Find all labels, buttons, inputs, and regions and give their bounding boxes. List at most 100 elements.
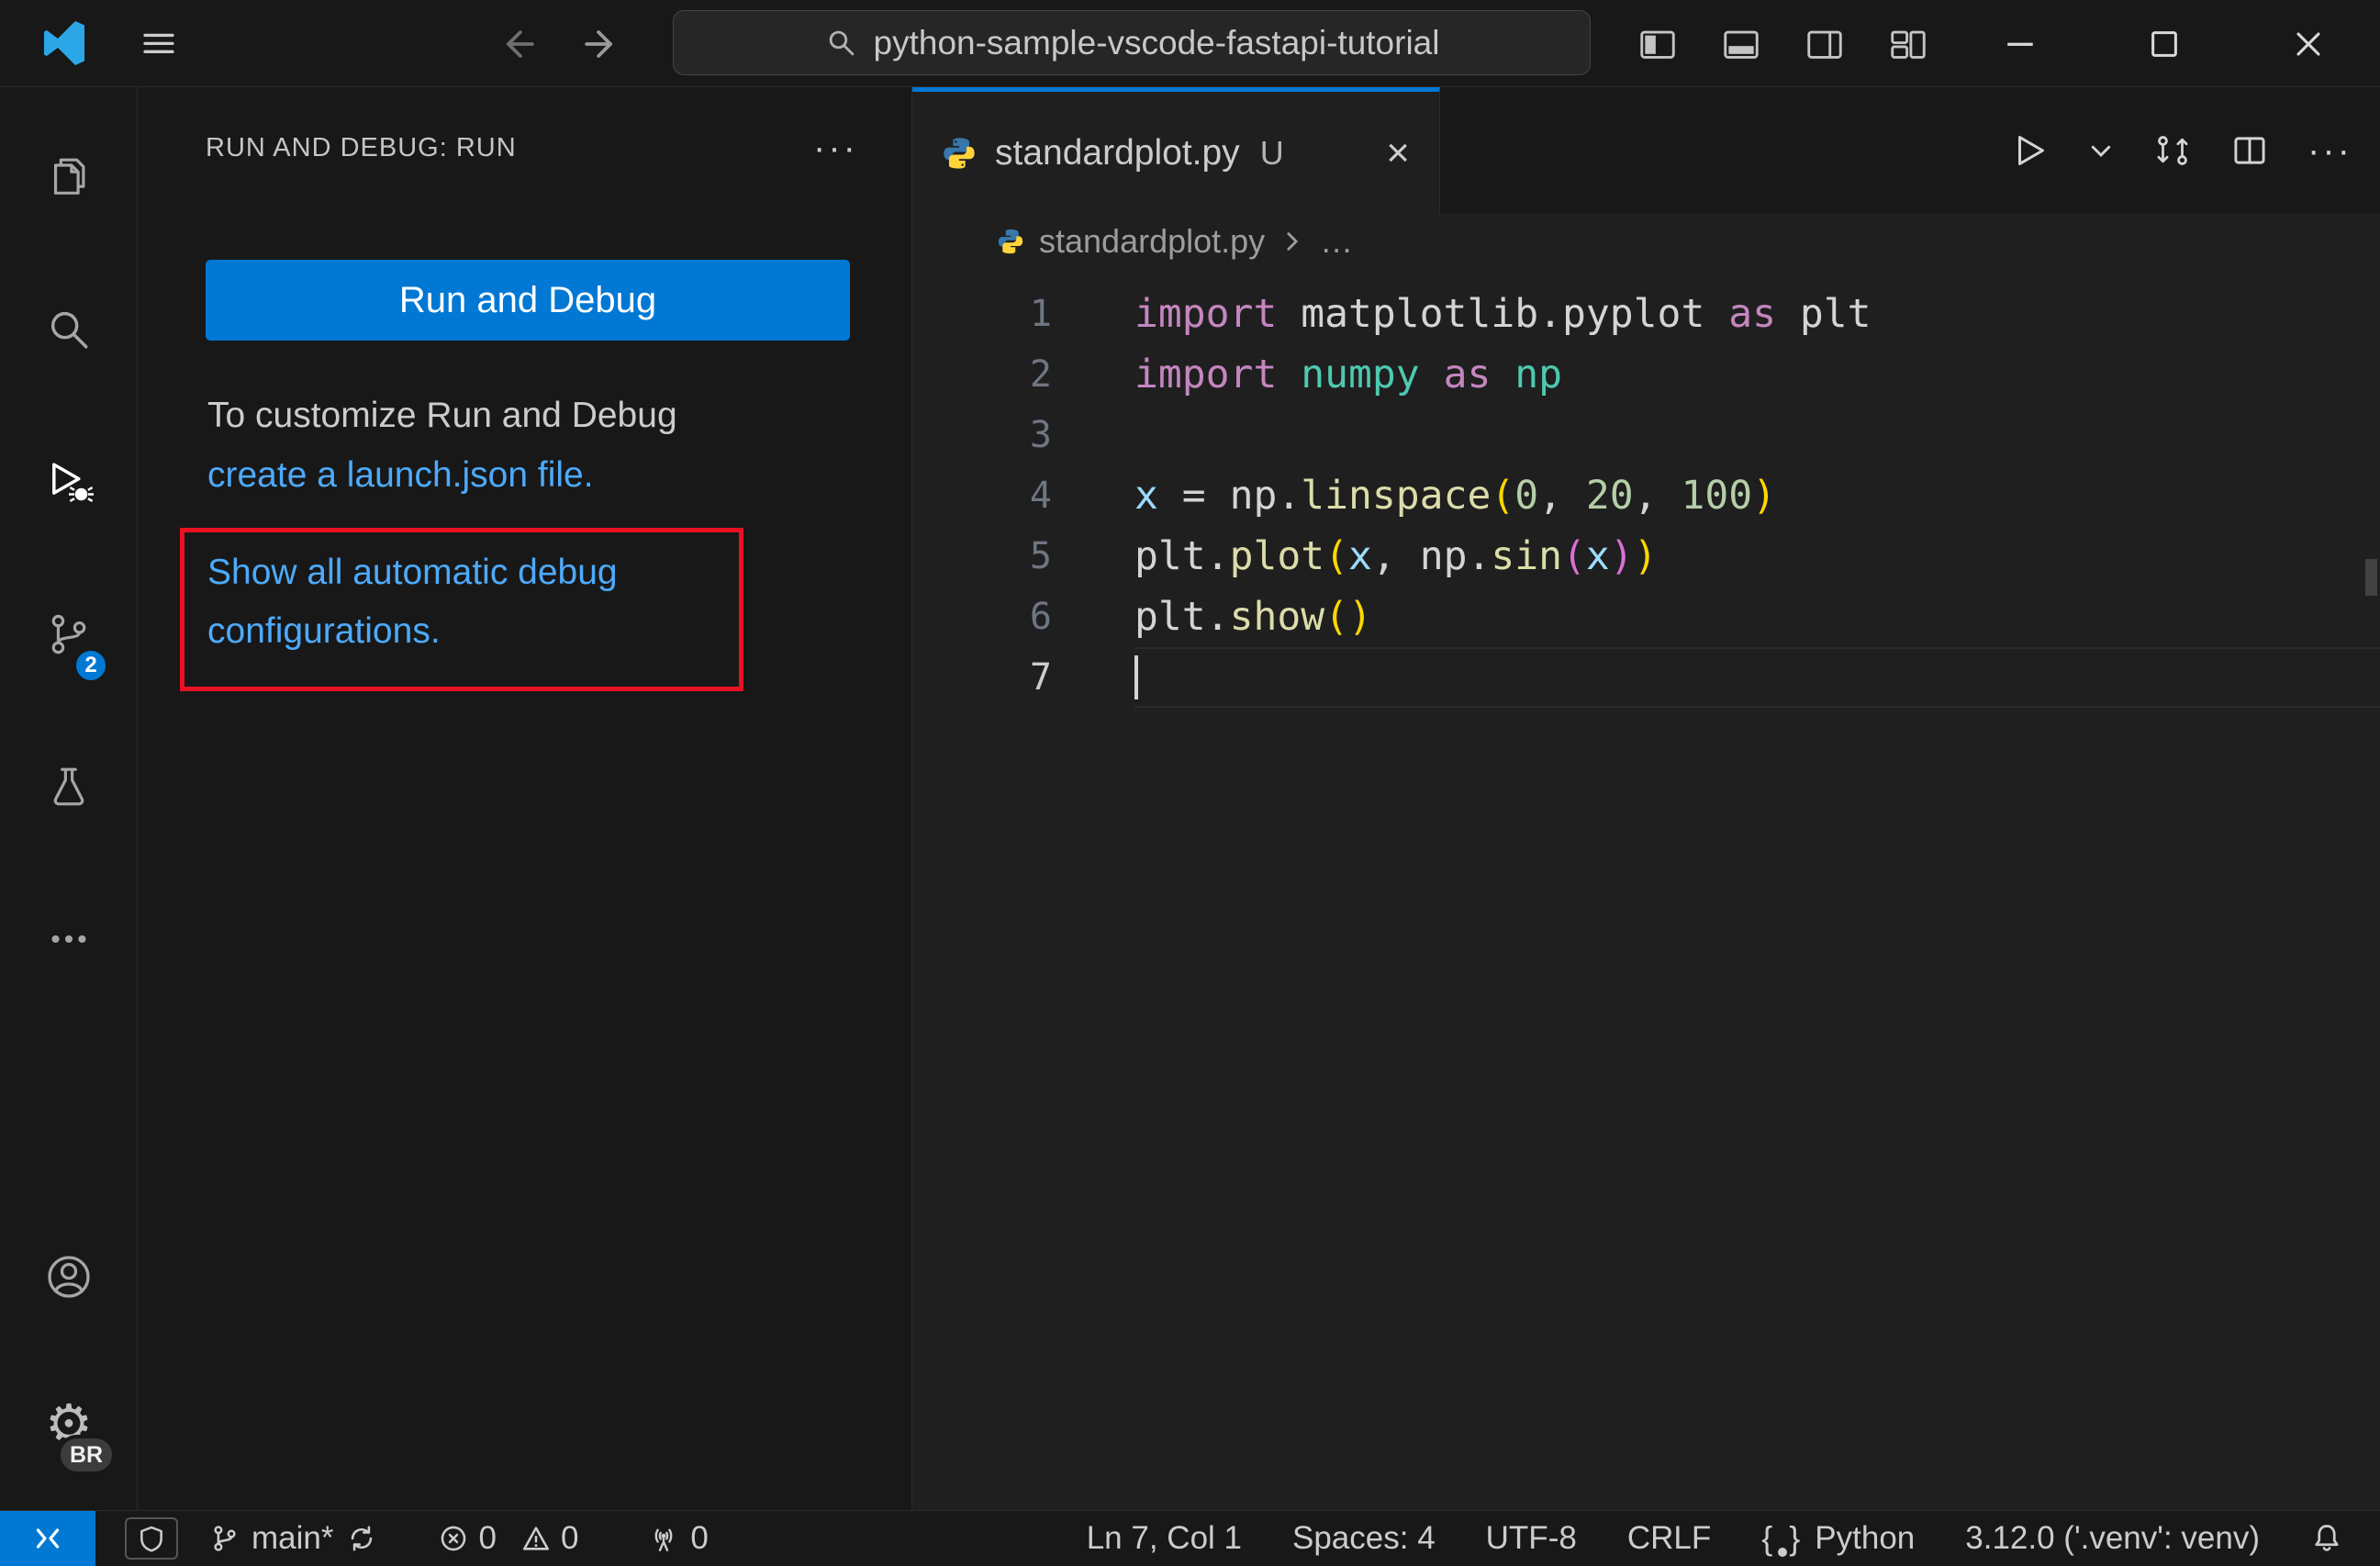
line-number: 1 xyxy=(1029,293,1052,335)
run-python-file-icon[interactable] xyxy=(2010,131,2049,170)
breadcrumb: standardplot.py … xyxy=(912,214,2380,269)
breadcrumb-symbol-ellipsis[interactable]: … xyxy=(1320,222,1353,261)
sidebar-title: RUN AND DEBUG: RUN xyxy=(206,132,517,162)
branch-icon xyxy=(209,1523,240,1554)
activity-testing[interactable] xyxy=(0,710,138,863)
account-icon xyxy=(44,1252,94,1302)
search-icon xyxy=(45,306,93,353)
profile-badge: BR xyxy=(57,1435,117,1475)
activity-run-and-debug[interactable] xyxy=(0,406,138,558)
code-line[interactable]: 3 xyxy=(912,405,2380,465)
window-close-button[interactable] xyxy=(2236,0,2380,87)
beaker-icon xyxy=(45,763,93,811)
ports-item[interactable]: 0 xyxy=(648,1520,709,1557)
run-and-debug-button[interactable]: Run and Debug xyxy=(206,260,850,341)
text-cursor xyxy=(1134,655,1138,699)
navigate-forward-icon[interactable] xyxy=(580,23,622,65)
tab-close-icon[interactable]: × xyxy=(1386,132,1410,173)
overview-ruler-marker xyxy=(2365,559,2377,596)
split-editor-icon[interactable] xyxy=(2230,131,2269,170)
branch-name: main* xyxy=(251,1520,334,1556)
remote-icon xyxy=(31,1522,64,1555)
customize-layout-icon[interactable] xyxy=(1887,23,1929,65)
python-file-icon xyxy=(942,136,977,171)
window-minimize-button[interactable] xyxy=(1948,0,2092,87)
python-interpreter-item[interactable]: 3.12.0 ('.venv': venv) xyxy=(1965,1520,2260,1557)
window-maximize-button[interactable] xyxy=(2092,0,2236,87)
indentation-item[interactable]: Spaces: 4 xyxy=(1292,1520,1436,1557)
tab-strip: standardplot.py U × ··· xyxy=(912,87,2380,214)
code-line[interactable]: 7 xyxy=(912,647,2380,708)
chevron-right-icon xyxy=(1279,229,1305,254)
tab-label: standardplot.py xyxy=(995,132,1240,173)
activity-source-control[interactable]: 2 xyxy=(0,558,138,710)
editor-more-actions-icon[interactable]: ··· xyxy=(2307,132,2352,169)
line-number: 3 xyxy=(1029,414,1052,456)
activity-bar: 2 ⚙ BR xyxy=(0,87,138,1510)
editor-group: standardplot.py U × ··· standardplot.py … xyxy=(912,87,2380,1510)
language-item[interactable]: { } Python xyxy=(1761,1519,1915,1558)
code-line[interactable]: 5 plt.plot(x, np.sin(x)) xyxy=(912,526,2380,587)
run-debug-icon xyxy=(44,457,94,507)
encoding-item[interactable]: UTF-8 xyxy=(1486,1520,1577,1557)
code-line[interactable]: 6 plt.show() xyxy=(912,587,2380,647)
sync-icon[interactable] xyxy=(346,1523,377,1554)
language-name: Python xyxy=(1815,1520,1916,1556)
python-file-icon xyxy=(997,228,1024,255)
line-number: 6 xyxy=(1029,596,1052,638)
run-debug-sidebar: RUN AND DEBUG: RUN ··· Run and Debug To … xyxy=(138,87,912,1510)
warning-icon xyxy=(520,1523,552,1554)
command-center-search[interactable]: python-sample-vscode-fastapi-tutorial xyxy=(673,10,1591,75)
activity-settings[interactable]: ⚙ BR xyxy=(0,1350,138,1497)
show-auto-debug-configs-link[interactable]: Show all automatic debug configurations. xyxy=(207,543,740,661)
shield-icon xyxy=(137,1524,166,1553)
radio-tower-icon xyxy=(648,1523,679,1554)
activity-account[interactable] xyxy=(0,1203,138,1350)
navigate-back-icon[interactable] xyxy=(497,23,539,65)
run-dropdown-chevron-icon[interactable] xyxy=(2087,137,2115,164)
search-icon xyxy=(824,26,859,61)
toggle-sidebar-left-icon[interactable] xyxy=(1637,23,1679,65)
tab-git-status: U xyxy=(1259,133,1284,172)
code-lines: 1 import matplotlib.pyplot as plt 2 import … xyxy=(912,269,2380,708)
search-value: python-sample-vscode-fastapi-tutorial xyxy=(873,23,1440,62)
toggle-sidebar-right-icon[interactable] xyxy=(1804,23,1846,65)
code-line[interactable]: 4x = np.linspace(0, 20, 100) xyxy=(912,465,2380,526)
source-control-badge: 2 xyxy=(73,648,108,683)
ports-count: 0 xyxy=(690,1520,709,1556)
create-launch-json-link[interactable]: create a launch.json file. xyxy=(207,445,677,505)
cursor-position-item[interactable]: Ln 7, Col 1 xyxy=(1087,1520,1242,1557)
vscode-logo-icon xyxy=(40,20,86,66)
customize-hint-text: To customize Run and Debug xyxy=(207,396,677,435)
title-bar: python-sample-vscode-fastapi-tutorial xyxy=(0,0,2380,87)
tab-standardplot[interactable]: standardplot.py U × xyxy=(912,87,1440,214)
code-line[interactable]: 2 import numpy as np xyxy=(912,344,2380,405)
error-count: 0 xyxy=(478,1520,497,1556)
toggle-panel-icon[interactable] xyxy=(1720,23,1762,65)
warning-count: 0 xyxy=(560,1520,579,1556)
remote-indicator[interactable] xyxy=(0,1511,95,1566)
breadcrumb-file[interactable]: standardplot.py xyxy=(1039,222,1265,261)
open-changes-icon[interactable] xyxy=(2153,131,2192,170)
line-number: 4 xyxy=(1029,475,1052,517)
notifications-bell-icon[interactable] xyxy=(2310,1522,2343,1555)
git-branch-item[interactable]: main* xyxy=(209,1520,333,1557)
line-number: 5 xyxy=(1029,535,1052,577)
workspace-trust-badge[interactable] xyxy=(125,1517,178,1560)
line-number: 2 xyxy=(1029,353,1052,396)
sidebar-more-actions-icon[interactable]: ··· xyxy=(813,129,858,166)
ellipsis-icon xyxy=(45,915,93,963)
activity-explorer[interactable] xyxy=(0,101,138,253)
files-icon xyxy=(45,153,93,201)
menu-hamburger-icon[interactable] xyxy=(138,22,180,64)
problems-item[interactable]: 0 0 xyxy=(438,1520,593,1557)
activity-search[interactable] xyxy=(0,253,138,406)
status-bar: main* 0 0 0 Ln 7, Col 1 Spaces: 4 UTF-8 … xyxy=(0,1510,2380,1566)
eol-item[interactable]: CRLF xyxy=(1627,1520,1711,1557)
vscode-window: python-sample-vscode-fastapi-tutorial 2 … xyxy=(0,0,2380,1566)
activity-more[interactable] xyxy=(0,863,138,1015)
braces-icon: { } xyxy=(1761,1519,1805,1557)
code-line[interactable]: 1 import matplotlib.pyplot as plt xyxy=(912,284,2380,344)
line-number: 7 xyxy=(1029,656,1052,699)
error-icon xyxy=(438,1523,469,1554)
